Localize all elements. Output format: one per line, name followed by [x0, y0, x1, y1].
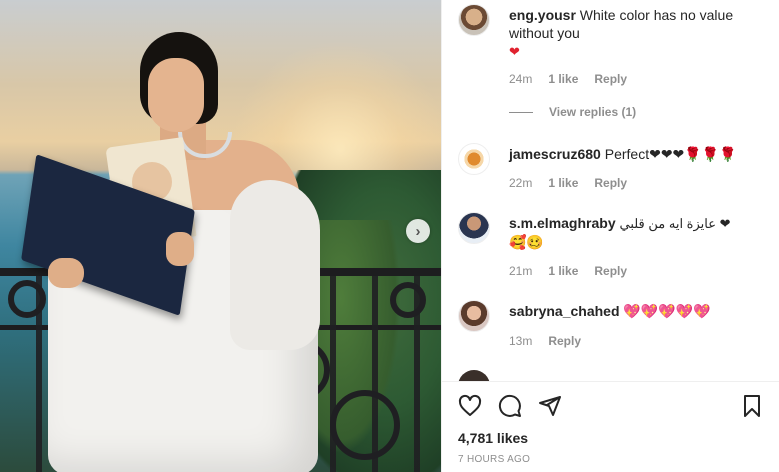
reply-button[interactable]: Reply	[548, 334, 581, 348]
post-timestamp[interactable]: 7 HOURS AGO	[458, 454, 530, 465]
railing-ornament	[8, 280, 46, 318]
post-photo[interactable]: ›	[0, 0, 441, 472]
comment-age[interactable]: 22m	[509, 176, 532, 190]
comment-username[interactable]: s.m.elmaghraby	[509, 215, 616, 231]
divider-line	[509, 111, 533, 113]
reply-button[interactable]: Reply	[594, 176, 627, 190]
paper-plane-icon[interactable]	[536, 392, 564, 420]
comments-list[interactable]: eng.yousr White color has no value witho…	[442, 0, 779, 381]
avatar[interactable]	[458, 4, 490, 36]
avatar[interactable]	[458, 370, 490, 381]
comment-likes[interactable]: 1 like	[548, 264, 578, 278]
post-actions: 4,781 likes 7 HOURS AGO	[442, 381, 779, 472]
comment-username[interactable]: jamescruz680	[509, 146, 601, 162]
bookmark-icon[interactable]	[738, 392, 766, 420]
reply-button[interactable]: Reply	[594, 72, 627, 86]
comments-panel: eng.yousr White color has no value witho…	[441, 0, 779, 472]
chevron-right-icon[interactable]: ›	[406, 219, 430, 243]
comment-meta: 13m Reply	[509, 334, 581, 348]
view-replies-button[interactable]: View replies (1)	[509, 105, 636, 119]
avatar[interactable]	[458, 212, 490, 244]
view-replies-label: View replies (1)	[549, 105, 637, 119]
comment-content: عايزة ايه من قلبي ❤	[619, 216, 731, 231]
likes-count[interactable]: 4,781 likes	[458, 430, 528, 446]
comment-username[interactable]: sabryna_chahed	[509, 303, 620, 319]
robe-fold	[230, 180, 320, 350]
comment-meta: 21m 1 like Reply	[509, 264, 627, 278]
comment-age[interactable]: 13m	[509, 334, 532, 348]
comment-content: 💖💖💖💖💖	[623, 303, 711, 319]
comment-age[interactable]: 24m	[509, 72, 532, 86]
comment-age[interactable]: 21m	[509, 264, 532, 278]
comment-likes[interactable]: 1 like	[548, 72, 578, 86]
avatar[interactable]	[458, 143, 490, 175]
comment-username[interactable]: eng.yousr	[509, 7, 576, 23]
comment-text: s.m.elmaghraby عايزة ايه من قلبي ❤ 🥰🥴	[509, 214, 774, 251]
comment-text: sabryna_chahed 💖💖💖💖💖	[509, 302, 774, 320]
comment-emoji: 🥰🥴	[509, 234, 544, 250]
avatar[interactable]	[458, 300, 490, 332]
comment-meta: 24m 1 like Reply	[509, 72, 627, 86]
comment-meta: 22m 1 like Reply	[509, 176, 627, 190]
comment-icon[interactable]	[496, 392, 524, 420]
comment-content: Perfect❤❤❤🌹🌹🌹	[604, 146, 737, 162]
heart-icon[interactable]	[456, 392, 484, 420]
railing-ornament	[390, 282, 426, 318]
comment-emoji: ❤	[509, 44, 520, 59]
railing-ornament	[330, 390, 400, 460]
comment-likes[interactable]: 1 like	[548, 176, 578, 190]
hand	[48, 258, 84, 288]
woman-face	[148, 58, 204, 132]
hand	[166, 232, 194, 266]
comment-text: jamescruz680 Perfect❤❤❤🌹🌹🌹	[509, 145, 774, 163]
reply-button[interactable]: Reply	[594, 264, 627, 278]
comment-text: eng.yousr White color has no value witho…	[509, 6, 774, 61]
